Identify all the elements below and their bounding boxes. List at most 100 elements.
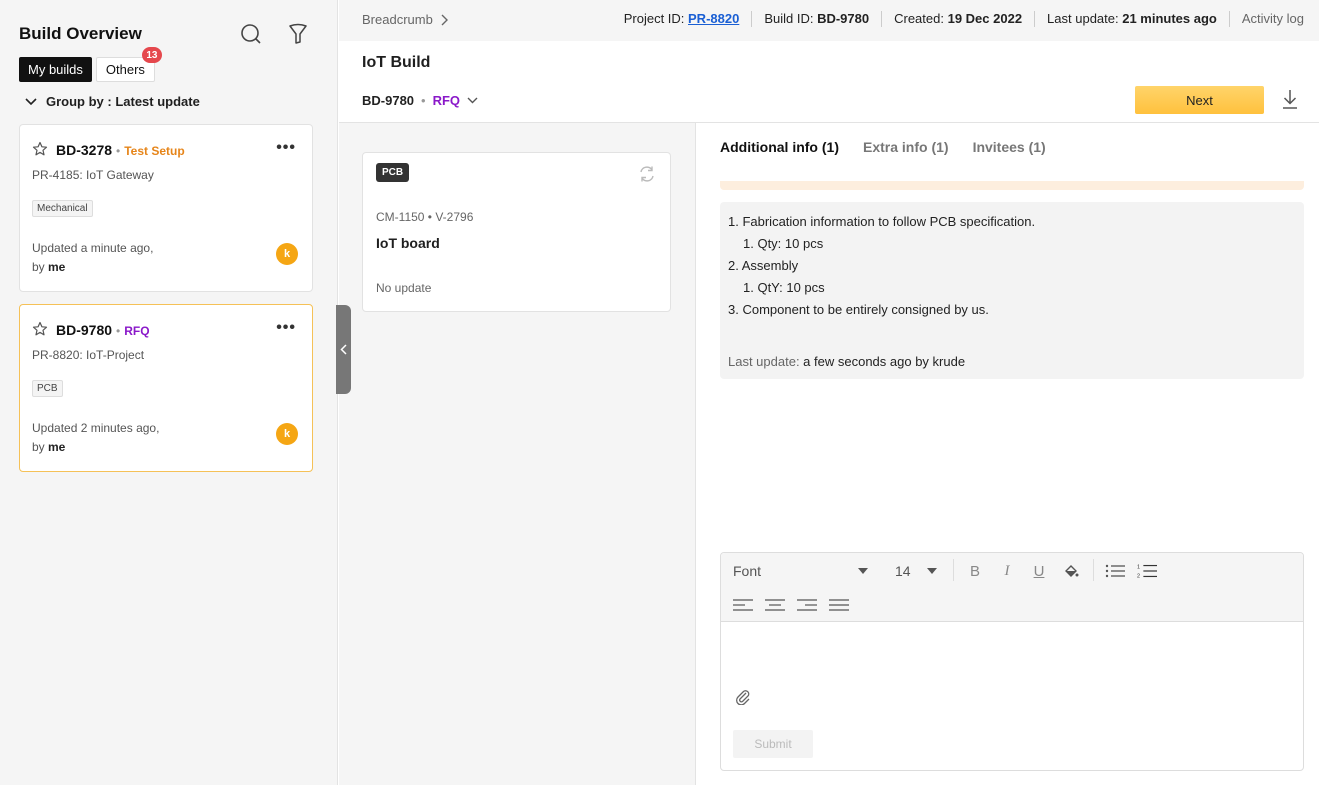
bullet-list-button[interactable] [1105, 561, 1125, 581]
star-icon[interactable] [32, 141, 48, 157]
tab-others[interactable]: Others 13 [95, 47, 162, 82]
activity-log-link[interactable]: Activity log [1230, 11, 1304, 27]
created-field: Created: 19 Dec 2022 [882, 11, 1036, 27]
align-left-icon [733, 599, 753, 611]
chevron-down-icon [25, 97, 37, 105]
build-id: BD-3278 [56, 142, 113, 158]
build-header: IoT Build BD-9780 • RFQ Next [339, 41, 1319, 123]
created-label: Created: [894, 11, 948, 26]
update-info: Updated 2 minutes ago, by me [32, 419, 159, 457]
build-id-label: Build ID: [764, 11, 818, 26]
info-line: 1. QtY: 10 pcs [743, 280, 825, 295]
fill-color-button[interactable] [1061, 561, 1081, 581]
tab-additional-info[interactable]: Additional info (1) [720, 139, 839, 155]
download-icon[interactable] [1281, 88, 1299, 110]
svg-text:2: 2 [1137, 573, 1140, 579]
font-select[interactable]: Font [733, 563, 868, 579]
separator: • [421, 93, 426, 108]
additional-info-content: 1. Fabrication information to follow PCB… [720, 202, 1304, 379]
project-id-link[interactable]: PR-8820 [688, 11, 739, 26]
last-update-label: Last update: [1047, 11, 1123, 26]
svg-text:1: 1 [1137, 564, 1140, 570]
tab-label: My builds [28, 62, 83, 77]
project-id-field: Project ID: PR-8820 [612, 11, 753, 27]
last-update-value: 21 minutes ago [1122, 11, 1217, 26]
numbered-list-button[interactable]: 12 [1137, 561, 1157, 581]
align-left-button[interactable] [733, 595, 753, 615]
project-id-label: Project ID: [623, 11, 689, 26]
update-text: Updated a minute ago, [32, 241, 154, 255]
by-prefix: by [32, 260, 49, 274]
build-tabs: My builds Others 13 [19, 47, 162, 82]
info-last-update-label: Last update: [728, 354, 804, 369]
chevron-down-icon [467, 97, 478, 104]
search-icon[interactable] [239, 22, 263, 46]
tab-extra-info[interactable]: Extra info (1) [863, 139, 949, 155]
align-justify-button[interactable] [829, 595, 849, 615]
underline-button[interactable]: U [1029, 561, 1049, 581]
breadcrumb-label: Breadcrumb [362, 12, 433, 27]
build-status-selector[interactable]: BD-9780 • RFQ [362, 93, 478, 108]
project-name: PR-8820: IoT-Project [32, 348, 145, 362]
info-line: 1. Qty: 10 pcs [743, 236, 824, 251]
card-header: BD-3278 • Test Setup [56, 142, 185, 158]
comment-editor: Font 14 B I U 12 Submit [720, 552, 1304, 771]
group-by-label: Group by : Latest update [46, 94, 200, 109]
tab-label: Others [105, 62, 145, 77]
last-update-field: Last update: 21 minutes ago [1035, 11, 1230, 27]
card-header: BD-9780 • RFQ [56, 322, 150, 338]
part-card[interactable]: PCB CM-1150 • V-2796 IoT board No update [362, 152, 671, 312]
part-type-badge: PCB [376, 163, 410, 182]
submit-button[interactable]: Submit [733, 730, 813, 758]
align-right-button[interactable] [797, 595, 817, 615]
group-by-toggle[interactable]: Group by : Latest update [25, 94, 200, 109]
numbered-list-icon: 12 [1137, 564, 1157, 579]
avatar[interactable]: k [276, 423, 298, 445]
page-title: IoT Build [362, 54, 431, 71]
top-bar: Breadcrumb Project ID: PR-8820 Build ID:… [339, 0, 1319, 41]
align-right-icon [797, 599, 817, 611]
font-size-select[interactable]: 14 [895, 563, 937, 579]
more-options-icon[interactable]: ••• [276, 319, 296, 337]
collapse-sidebar-handle[interactable] [336, 305, 351, 394]
build-meta: Project ID: PR-8820 Build ID: BD-9780 Cr… [612, 11, 1304, 27]
italic-icon: I [1004, 562, 1010, 579]
more-options-icon[interactable]: ••• [276, 139, 296, 157]
build-card[interactable]: BD-9780 • RFQ ••• PR-8820: IoT-Project P… [19, 304, 313, 472]
part-ids: CM-1150 • V-2796 [376, 210, 474, 224]
font-select-value: Font [733, 563, 762, 579]
notice-bar [720, 181, 1304, 190]
attachment-button[interactable] [735, 689, 751, 708]
status-badge: RFQ [432, 93, 461, 108]
status-badge: RFQ [124, 324, 150, 338]
sidebar-title: Build Overview [19, 24, 142, 43]
chevron-right-icon [441, 14, 448, 25]
breadcrumb[interactable]: Breadcrumb [362, 12, 448, 27]
tab-invitees[interactable]: Invitees (1) [973, 139, 1046, 155]
category-tag: PCB [32, 380, 63, 397]
refresh-icon[interactable] [638, 165, 656, 183]
status-badge: Test Setup [124, 144, 185, 158]
align-center-button[interactable] [765, 595, 785, 615]
separator: • [116, 144, 121, 158]
info-last-update: Last update: a few seconds ago by krude [728, 354, 965, 369]
build-card[interactable]: BD-3278 • Test Setup ••• PR-4185: IoT Ga… [19, 124, 313, 292]
filter-icon[interactable] [286, 22, 310, 46]
align-justify-icon [829, 599, 849, 611]
bullet-list-icon [1105, 564, 1125, 578]
info-line: 1. Fabrication information to follow PCB… [728, 214, 1036, 229]
by-prefix: by [32, 440, 49, 454]
avatar[interactable]: k [276, 243, 298, 265]
tab-my-builds[interactable]: My builds [19, 57, 92, 82]
bold-button[interactable]: B [965, 561, 985, 581]
italic-button[interactable]: I [997, 561, 1017, 581]
parts-column: PCB CM-1150 • V-2796 IoT board No update [339, 123, 696, 785]
info-last-update-value: a few seconds ago by krude [803, 354, 966, 369]
others-count-badge: 13 [141, 47, 162, 63]
sidebar: Build Overview My builds Others 13 Group… [0, 0, 338, 785]
star-icon[interactable] [32, 321, 48, 337]
next-button[interactable]: Next [1135, 86, 1264, 114]
underline-icon: U [1033, 562, 1045, 580]
build-id: BD-9780 [56, 322, 113, 338]
created-value: 19 Dec 2022 [947, 11, 1023, 26]
